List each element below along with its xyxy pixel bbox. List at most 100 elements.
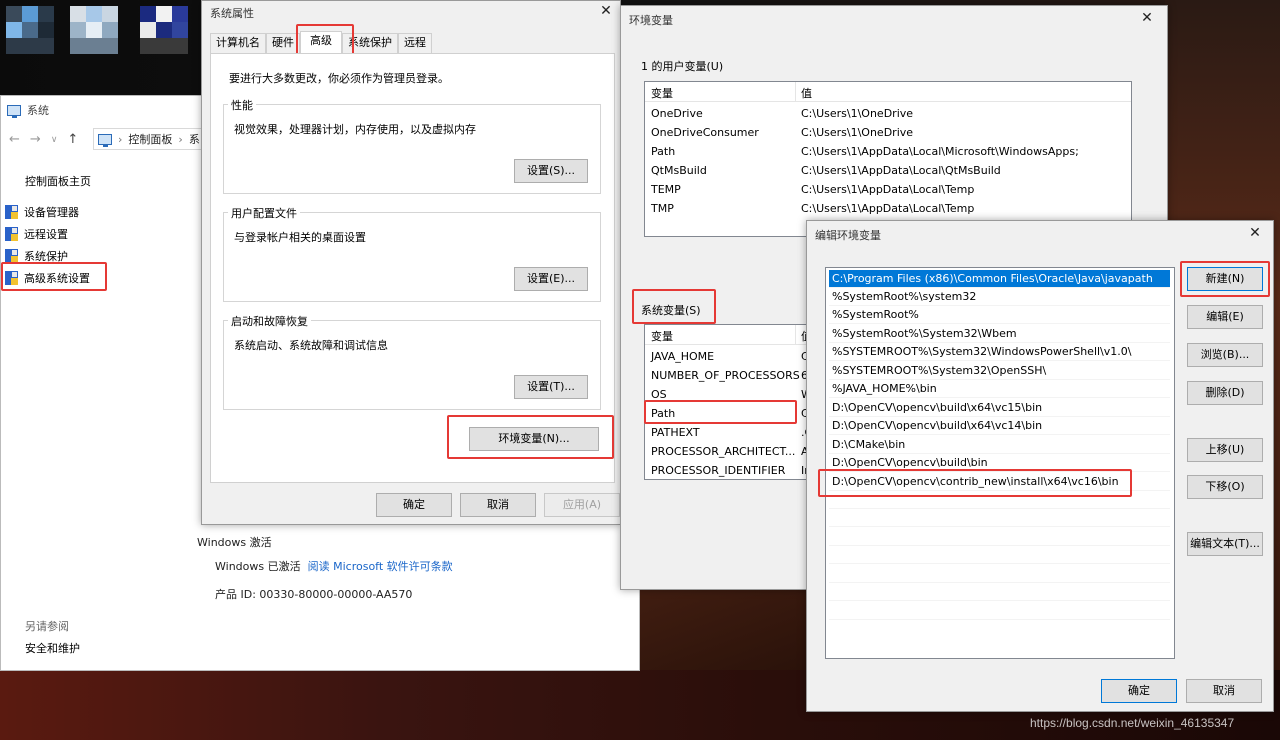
table-row[interactable]: NUMBER_OF_PROCESSORS 6 bbox=[645, 367, 813, 386]
security-maintenance-link[interactable]: 安全和维护 bbox=[25, 640, 80, 656]
list-item[interactable]: C:\Program Files (x86)\Common Files\Orac… bbox=[829, 270, 1170, 288]
list-item[interactable]: D:\CMake\bin bbox=[829, 436, 1170, 454]
breadcrumb-system[interactable]: 系 bbox=[189, 131, 200, 147]
tab-strip: 计算机名 硬件 高级 系统保护 远程 bbox=[210, 31, 432, 53]
performance-settings-button[interactable]: 设置(S)... bbox=[514, 159, 588, 183]
table-row[interactable]: Path C:\Users\1\AppData\Local\Microsoft\W… bbox=[645, 143, 1131, 162]
breadcrumb-control-panel[interactable]: 控制面板 bbox=[128, 131, 172, 147]
table-row[interactable]: TMP C:\Users\1\AppData\Local\Temp bbox=[645, 200, 1131, 219]
list-item[interactable]: %SystemRoot% bbox=[829, 306, 1170, 324]
table-row[interactable]: PROCESSOR_ARCHITECT... A bbox=[645, 443, 813, 462]
close-icon[interactable]: ✕ bbox=[1241, 223, 1269, 245]
column-header-variable[interactable]: 变量 bbox=[651, 85, 673, 101]
cell-name: NUMBER_OF_PROCESSORS bbox=[651, 369, 800, 382]
table-row[interactable]: PROCESSOR_IDENTIFIERIn bbox=[645, 462, 813, 479]
see-also-header: 另请参阅 bbox=[25, 620, 69, 633]
table-row[interactable]: OSW bbox=[645, 386, 813, 405]
breadcrumb-separator-icon: › bbox=[118, 132, 123, 146]
table-row[interactable]: JAVA_HOME C bbox=[645, 348, 813, 367]
column-divider[interactable] bbox=[795, 325, 796, 345]
table-row[interactable]: TEMP C:\Users\1\AppData\Local\Temp bbox=[645, 181, 1131, 200]
sidebar-item-device-manager[interactable]: 设备管理器 bbox=[5, 204, 79, 220]
cell-name: TMP bbox=[651, 202, 674, 215]
browse-button[interactable]: 浏览(B)... bbox=[1187, 343, 1263, 367]
environment-variables-button[interactable]: 环境变量(N)... bbox=[469, 427, 599, 451]
list-item[interactable]: D:\OpenCV\opencv\build\x64\vc15\bin bbox=[829, 399, 1170, 417]
ok-button[interactable]: 确定 bbox=[376, 493, 452, 517]
list-item-empty[interactable] bbox=[829, 509, 1170, 527]
list-item-empty[interactable] bbox=[829, 546, 1170, 564]
startup-settings-button[interactable]: 设置(T)... bbox=[514, 375, 588, 399]
up-arrow-icon[interactable]: ↑ bbox=[67, 132, 78, 147]
user-vars-table[interactable]: 变量 值 OneDrive C:\Users\1\OneDrive OneDriv… bbox=[644, 81, 1132, 237]
tab-system-protection[interactable]: 系统保护 bbox=[342, 33, 398, 53]
list-item[interactable]: D:\OpenCV\opencv\build\bin bbox=[829, 454, 1170, 472]
nav-buttons: ← → ∨ ↑ bbox=[9, 132, 78, 147]
table-row[interactable]: OneDriveConsumer C:\Users\1\OneDrive bbox=[645, 124, 1131, 143]
cell-name: JAVA_HOME bbox=[651, 350, 715, 363]
sidebar-item-advanced-system-settings[interactable]: 高级系统设置 bbox=[5, 270, 90, 286]
table-row[interactable]: PATHEXT.C bbox=[645, 424, 813, 443]
cell-value: C:\Users\1\OneDrive bbox=[801, 107, 914, 120]
new-button[interactable]: 新建(N) bbox=[1187, 267, 1263, 291]
list-item[interactable]: %JAVA_HOME%\bin bbox=[829, 380, 1170, 398]
close-icon[interactable]: ✕ bbox=[1133, 8, 1161, 30]
profiles-settings-button[interactable]: 设置(E)... bbox=[514, 267, 588, 291]
cell-name: Path bbox=[651, 407, 676, 420]
cell-name: QtMsBuild bbox=[651, 164, 707, 177]
group-label: 启动和故障恢复 bbox=[228, 313, 311, 329]
close-icon[interactable]: ✕ bbox=[592, 1, 620, 23]
ok-button[interactable]: 确定 bbox=[1101, 679, 1177, 703]
apply-button[interactable]: 应用(A) bbox=[544, 493, 620, 517]
list-item[interactable]: %SystemRoot%\system32 bbox=[829, 288, 1170, 306]
sidebar-item-system-protection[interactable]: 系统保护 bbox=[5, 248, 68, 264]
list-item[interactable]: %SYSTEMROOT%\System32\WindowsPowerShell\… bbox=[829, 343, 1170, 361]
cancel-button[interactable]: 取消 bbox=[460, 493, 536, 517]
desktop-icon-blurred[interactable] bbox=[70, 6, 118, 54]
license-terms-link[interactable]: 阅读 Microsoft 软件许可条款 bbox=[308, 560, 453, 573]
list-item[interactable]: D:\OpenCV\opencv\contrib_new\install\x64… bbox=[829, 473, 1170, 491]
delete-button[interactable]: 删除(D) bbox=[1187, 381, 1263, 405]
column-divider[interactable] bbox=[795, 82, 796, 102]
tab-advanced[interactable]: 高级 bbox=[300, 31, 342, 53]
path-entries-list[interactable]: C:\Program Files (x86)\Common Files\Orac… bbox=[825, 267, 1175, 659]
move-up-button[interactable]: 上移(U) bbox=[1187, 438, 1263, 462]
table-row[interactable]: QtMsBuild C:\Users\1\AppData\Local\QtMsBu… bbox=[645, 162, 1131, 181]
tab-computer-name[interactable]: 计算机名 bbox=[210, 33, 266, 53]
table-row[interactable]: Path C bbox=[645, 405, 813, 424]
dialog-title: 编辑环境变量 bbox=[815, 229, 881, 242]
desktop-icon-blurred[interactable] bbox=[6, 6, 54, 54]
tab-remote[interactable]: 远程 bbox=[398, 33, 432, 53]
tab-hardware[interactable]: 硬件 bbox=[266, 33, 300, 53]
column-header-value[interactable]: 值 bbox=[801, 85, 812, 101]
list-item[interactable]: %SystemRoot%\System32\Wbem bbox=[829, 325, 1170, 343]
list-item[interactable]: D:\OpenCV\opencv\build\x64\vc14\bin bbox=[829, 417, 1170, 435]
list-item-empty[interactable] bbox=[829, 528, 1170, 546]
list-item-empty[interactable] bbox=[829, 491, 1170, 509]
cell-value: C:\Users\1\AppData\Local\Temp bbox=[801, 183, 975, 196]
cell-value: C:\Users\1\AppData\Local\QtMsBuild bbox=[801, 164, 1001, 177]
move-down-button[interactable]: 下移(O) bbox=[1187, 475, 1263, 499]
list-item-empty[interactable] bbox=[829, 583, 1170, 601]
cell-value: C:\Users\1\OneDrive bbox=[801, 126, 914, 139]
edit-text-button[interactable]: 编辑文本(T)... bbox=[1187, 532, 1263, 556]
user-profiles-group: 用户配置文件 与登录帐户相关的桌面设置 设置(E)... bbox=[223, 205, 601, 302]
system-vars-table[interactable]: 变量 值 JAVA_HOMEC NUMBER_OF_PROCESSORS6 OS… bbox=[644, 324, 814, 480]
sidebar-item-remote-settings[interactable]: 远程设置 bbox=[5, 226, 68, 242]
recent-dropdown-icon[interactable]: ∨ bbox=[51, 135, 58, 145]
desktop-icon-blurred[interactable] bbox=[140, 6, 188, 54]
column-header-variable[interactable]: 变量 bbox=[651, 328, 673, 344]
list-item-empty[interactable] bbox=[829, 602, 1170, 620]
cancel-button[interactable]: 取消 bbox=[1186, 679, 1262, 703]
edit-button[interactable]: 编辑(E) bbox=[1187, 305, 1263, 329]
forward-arrow-icon[interactable]: → bbox=[30, 132, 41, 147]
list-item[interactable]: %SYSTEMROOT%\System32\OpenSSH\ bbox=[829, 362, 1170, 380]
sidebar-home-link[interactable]: 控制面板主页 bbox=[25, 173, 91, 189]
table-header: 变量 值 bbox=[645, 82, 1131, 102]
activation-header: Windows 激活 bbox=[197, 536, 272, 549]
address-bar[interactable]: › 控制面板 › 系 bbox=[93, 128, 213, 150]
list-item-empty[interactable] bbox=[829, 565, 1170, 583]
table-row[interactable]: OneDrive C:\Users\1\OneDrive bbox=[645, 105, 1131, 124]
back-arrow-icon[interactable]: ← bbox=[9, 132, 20, 147]
cell-name: OS bbox=[651, 388, 667, 401]
